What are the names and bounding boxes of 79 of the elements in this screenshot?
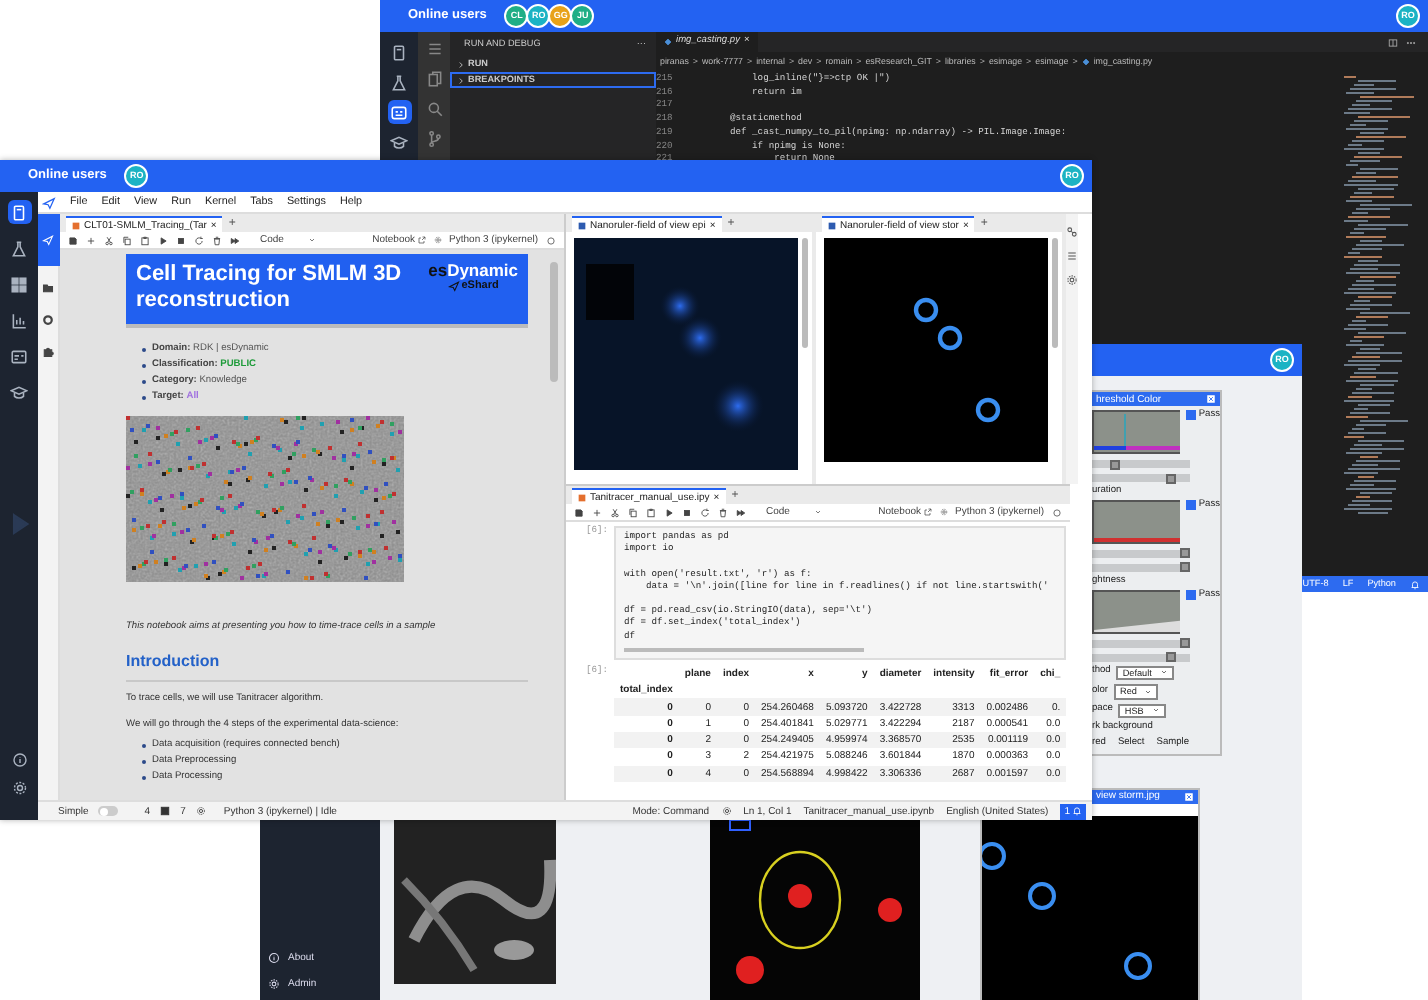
slider[interactable] [1092,563,1190,572]
running-icon [42,314,54,326]
flask-icon [390,73,408,91]
slider[interactable] [1092,549,1190,558]
logo-icon [42,234,54,246]
scrollbar[interactable] [550,262,558,382]
histogram-drawing [1092,589,1181,633]
image-file-icon [828,221,836,229]
histogram-drawing [1092,410,1181,454]
scrollbar[interactable] [1052,238,1058,348]
branch-icon[interactable] [425,130,443,148]
chart-nav-button[interactable] [7,308,31,332]
notebook-file-icon [72,221,80,229]
image-file-icon [578,221,586,229]
chart-icon [10,311,28,329]
restart-icon[interactable] [700,507,710,517]
python-file-icon [1081,58,1090,66]
settings-icon[interactable] [721,806,732,816]
notebook-icon [10,203,28,221]
simple-toggle[interactable] [98,806,119,816]
flask-nav-button[interactable] [387,70,411,94]
histogram-drawing [1092,499,1181,544]
split-editor-icon[interactable] [1388,37,1398,47]
folder-icon [42,282,54,294]
flask-nav-button[interactable] [7,236,31,260]
notebook-icon [390,43,408,61]
logo-sidebar-tab[interactable] [37,214,59,266]
running-icon [546,235,556,245]
add-icon[interactable] [86,235,96,245]
settings-icon [195,806,206,816]
slider[interactable] [1092,653,1190,661]
bell-icon[interactable] [1410,579,1420,589]
flask-icon [10,239,28,257]
graduation-cap-icon [10,383,28,401]
folder-sidebar-tab[interactable] [37,278,59,298]
logo-icon[interactable] [42,195,56,209]
banner-title: Cell Tracing for SMLM 3D reconstruction [136,262,404,312]
grid-icon [10,275,28,293]
property-inspector-icon[interactable] [1066,226,1078,238]
running-icon [1052,507,1062,517]
external-link-icon [923,508,932,516]
copy-icon[interactable] [122,235,132,245]
logo-icon [447,280,460,293]
puzzle-icon [42,346,54,358]
menu-icon[interactable] [425,40,443,58]
search-icon[interactable] [425,100,443,118]
slider[interactable] [1092,474,1190,482]
delete-icon[interactable] [718,507,728,517]
close-icon[interactable] [1184,791,1194,802]
add-icon[interactable] [592,507,602,517]
paste-icon[interactable] [140,235,150,245]
info-icon[interactable] [11,752,27,768]
settings-icon [268,977,280,989]
restart-icon[interactable] [194,235,204,245]
scrollbar[interactable] [802,238,808,348]
running-sidebar-tab[interactable] [37,310,59,330]
section-heading: Introduction [126,652,528,682]
id-card-icon [10,347,28,365]
cut-icon[interactable] [610,507,620,517]
delete-icon[interactable] [212,235,222,245]
slider[interactable] [1092,460,1190,468]
slider[interactable] [1092,639,1190,647]
notebook-nav-button[interactable] [7,200,31,224]
cut-icon[interactable] [104,235,114,245]
settings-icon[interactable] [1066,274,1078,286]
terminal-nav-button[interactable] [387,100,411,124]
info-icon [268,951,280,963]
graduation-cap-icon [390,133,408,151]
copy-icon[interactable] [628,507,638,517]
python-file-icon [664,38,672,46]
paste-icon[interactable] [646,507,656,517]
close-icon[interactable] [1206,394,1216,404]
grid-nav-button[interactable] [7,272,31,296]
logo-text: esDynamic [428,262,518,280]
files-icon[interactable] [425,70,443,88]
settings-icon[interactable] [11,780,27,796]
external-link-icon [417,236,426,244]
notebook-file-icon [578,493,586,501]
scrollbar[interactable] [624,647,864,652]
